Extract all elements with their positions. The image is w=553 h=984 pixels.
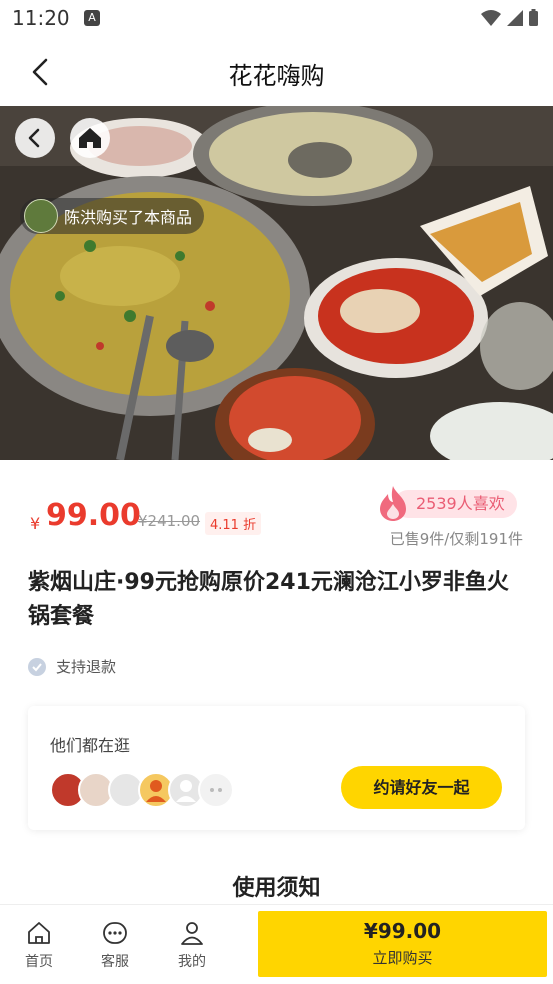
- page-title: 花花嗨购: [228, 62, 325, 90]
- tab-profile[interactable]: 我的: [167, 919, 217, 971]
- sold-info: 已售9件/仅剩191件: [389, 530, 523, 548]
- signal-icon: [507, 10, 523, 26]
- home-icon: [79, 128, 101, 148]
- usage-notice-title: 使用须知: [232, 876, 321, 901]
- image-back-button[interactable]: [15, 118, 55, 158]
- status-icons: [479, 8, 541, 32]
- tab-profile-label: 我的: [178, 954, 206, 970]
- price-currency: ¥: [30, 514, 41, 533]
- likes-badge: 2539人喜欢: [376, 486, 517, 521]
- user-icon: [181, 922, 203, 945]
- browsing-label: 他们都在逛: [50, 736, 131, 755]
- buy-now-button[interactable]: ¥99.00 立即购买: [258, 911, 547, 977]
- tab-customer-service-label: 客服: [101, 954, 129, 970]
- nav-bar: 花花嗨购: [0, 36, 553, 106]
- chat-icon: [103, 922, 127, 944]
- tab-home[interactable]: 首页: [14, 919, 64, 971]
- home-icon: [28, 922, 50, 944]
- discount-badge: 4.11 折: [205, 512, 262, 535]
- flame-icon: [380, 486, 406, 521]
- current-price: 99.00: [46, 498, 141, 533]
- price-section: ¥ 99.00 ¥241.00 4.11 折 2539人喜欢 已售9件/仅剩19…: [0, 460, 553, 560]
- refund-support: 支持退款: [28, 656, 116, 677]
- wifi-icon: [481, 10, 501, 26]
- tab-home-label: 首页: [25, 954, 53, 970]
- likes-count: 2539人喜欢: [394, 490, 517, 518]
- buy-label: 立即购买: [372, 949, 433, 967]
- product-image[interactable]: 陈洪购买了本商品: [0, 106, 553, 460]
- tab-customer-service[interactable]: 客服: [90, 919, 140, 971]
- notification-icon: A: [84, 10, 100, 26]
- refund-label: 支持退款: [56, 658, 117, 676]
- browsing-users-card: 他们都在逛 约请好友一起: [28, 706, 525, 830]
- image-home-button[interactable]: [70, 118, 110, 158]
- battery-icon: [529, 9, 538, 26]
- hotpot-photo: [0, 106, 553, 460]
- buyer-notice-text: 陈洪购买了本商品: [64, 208, 193, 227]
- invite-friends-button[interactable]: 约请好友一起: [341, 766, 502, 809]
- buy-price: ¥99.00: [363, 919, 442, 943]
- buyer-avatar: [24, 199, 58, 233]
- product-title: 紫烟山庄·99元抢购原价241元澜沧江小罗非鱼火锅套餐: [28, 570, 509, 629]
- bottom-action-bar: 首页 客服 我的 ¥99.00 立即购买: [0, 904, 553, 984]
- more-avatars-icon: [198, 772, 234, 808]
- check-icon: [28, 657, 46, 676]
- chevron-left-icon: [28, 128, 40, 148]
- status-bar: 11:20 A: [0, 0, 553, 36]
- buyer-notice: 陈洪购买了本商品: [20, 198, 205, 234]
- original-price: ¥241.00: [138, 512, 201, 530]
- status-time: 11:20: [12, 6, 70, 30]
